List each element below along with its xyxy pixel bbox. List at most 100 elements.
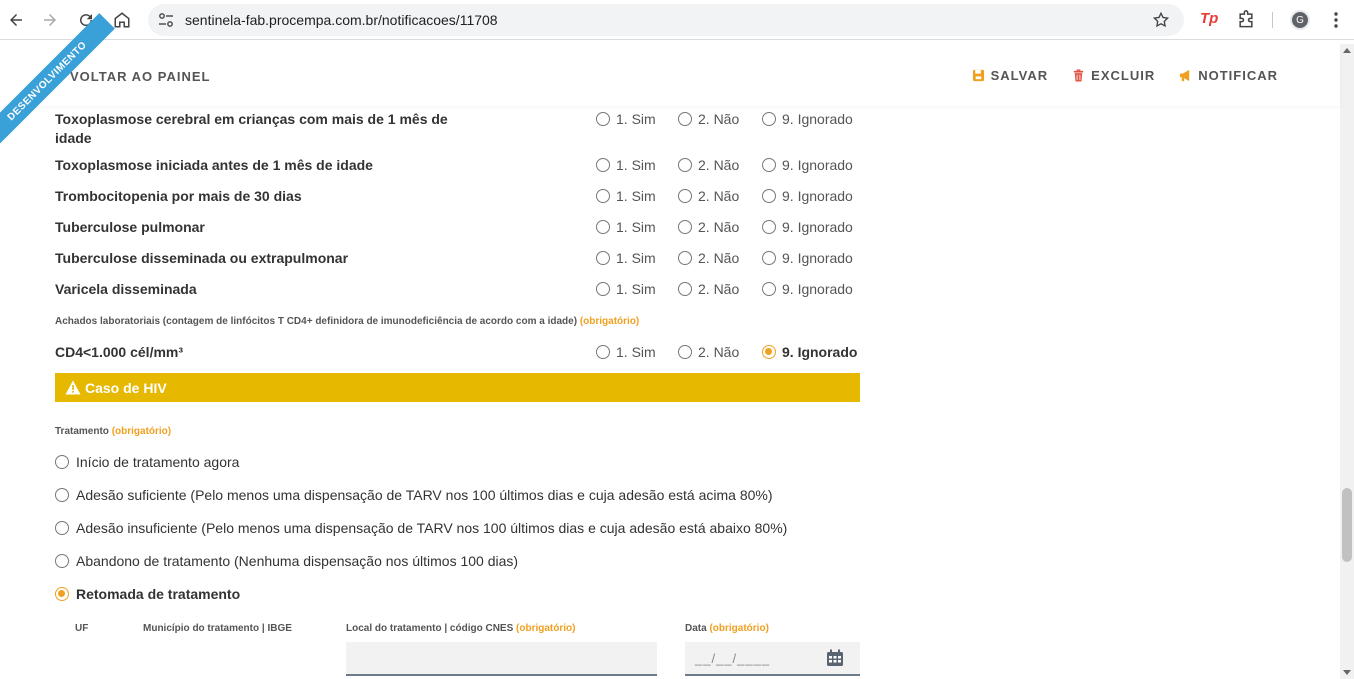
treatment-option[interactable]: Abandono de tratamento (Nenhuma dispensa… (55, 553, 518, 569)
radio-button (678, 251, 692, 265)
header-actions: SALVAR EXCLUIR NOTIFICAR (972, 68, 1278, 83)
site-info-icon[interactable] (158, 12, 174, 28)
radio-button (55, 455, 69, 469)
radio-button (678, 220, 692, 234)
radio-button (596, 189, 610, 203)
scrollbar-thumb[interactable] (1342, 488, 1352, 562)
radio-button (55, 521, 69, 535)
question-label: Tuberculose disseminada ou extrapulmonar (55, 250, 349, 266)
uf-label: UF (75, 623, 89, 634)
question-label: Tuberculose pulmonar (55, 219, 205, 235)
treatment-option[interactable]: Adesão insuficiente (Pelo menos uma disp… (55, 520, 787, 536)
option-nao[interactable]: 2. Não (678, 250, 739, 266)
option-sim[interactable]: 1. Sim (596, 281, 656, 297)
option-ignorado[interactable]: 9. Ignorado (762, 111, 853, 127)
back-to-panel-link[interactable]: VOLTAR AO PAINEL (70, 69, 210, 84)
radio-button (596, 220, 610, 234)
question-label: Toxoplasmose cerebral em crianças com ma… (55, 111, 448, 146)
option-nao[interactable]: 2. Não (678, 157, 739, 173)
option-nao[interactable]: 2. Não (678, 111, 739, 127)
delete-button[interactable]: EXCLUIR (1072, 68, 1155, 83)
address-bar[interactable]: sentinela-fab.procempa.com.br/notificaco… (148, 4, 1184, 36)
save-floppy-icon (972, 69, 984, 82)
save-label: SALVAR (990, 68, 1049, 83)
radio-button (678, 282, 692, 296)
scroll-up-arrow-icon[interactable] (1343, 48, 1351, 53)
hiv-case-banner: Caso de HIV (55, 373, 860, 402)
local-input[interactable] (346, 642, 657, 676)
radio-button (762, 251, 776, 265)
toolbar-separator (1272, 12, 1273, 28)
option-sim[interactable]: 1. Sim (596, 157, 656, 173)
back-arrow-icon[interactable] (4, 8, 28, 32)
radio-button (596, 282, 610, 296)
lab-section-label: Achados laboratoriais (contagem de linfó… (55, 316, 640, 327)
option-ignorado[interactable]: 9. Ignorado (762, 344, 857, 360)
calendar-icon[interactable] (826, 649, 844, 667)
treatment-option[interactable]: Início de tratamento agora (55, 454, 239, 470)
app-header: DESENVOLVIMENTO VOLTAR AO PAINEL SALVAR … (0, 13, 1340, 149)
treatment-label: Tratamento (obrigatório) (55, 426, 172, 437)
radio-button (762, 282, 776, 296)
option-sim[interactable]: 1. Sim (596, 219, 656, 235)
date-input[interactable]: __/__/____ (685, 642, 860, 676)
notify-label: NOTIFICAR (1198, 68, 1278, 83)
delete-label: EXCLUIR (1091, 68, 1156, 83)
option-ignorado[interactable]: 9. Ignorado (762, 219, 853, 235)
treatment-option[interactable]: Adesão suficiente (Pelo menos uma dispen… (55, 487, 773, 503)
treatment-option-selected[interactable]: Retomada de tratamento (55, 586, 240, 602)
radio-button (762, 158, 776, 172)
date-label: Data (obrigatório) (685, 623, 769, 634)
url-text[interactable]: sentinela-fab.procempa.com.br/notificaco… (185, 12, 498, 28)
extension-tp-icon[interactable]: Tp (1200, 10, 1218, 27)
question-label: CD4<1.000 cél/mm³ (55, 344, 184, 360)
save-button[interactable]: SALVAR (972, 68, 1049, 83)
option-ignorado[interactable]: 9. Ignorado (762, 157, 853, 173)
option-sim[interactable]: 1. Sim (596, 344, 656, 360)
radio-button (678, 345, 692, 359)
option-nao[interactable]: 2. Não (678, 344, 739, 360)
option-nao[interactable]: 2. Não (678, 219, 739, 235)
option-sim[interactable]: 1. Sim (596, 250, 656, 266)
radio-button (596, 345, 610, 359)
radio-button (762, 112, 776, 126)
profile-avatar[interactable]: G (1290, 10, 1310, 30)
option-nao[interactable]: 2. Não (678, 188, 739, 204)
option-sim[interactable]: 1. Sim (596, 188, 656, 204)
notify-button[interactable]: NOTIFICAR (1179, 68, 1278, 83)
date-placeholder: __/__/____ (695, 651, 771, 666)
required-marker: (obrigatório) (579, 316, 640, 327)
option-ignorado[interactable]: 9. Ignorado (762, 188, 853, 204)
radio-button (596, 251, 610, 265)
radio-button (596, 158, 610, 172)
radio-button (678, 189, 692, 203)
question-label: Trombocitopenia por mais de 30 dias (55, 188, 302, 204)
warning-triangle-icon (65, 380, 81, 395)
extensions-puzzle-icon[interactable] (1236, 10, 1256, 30)
option-sim[interactable]: 1. Sim (596, 111, 656, 127)
municipio-label: Município do tratamento | IBGE (143, 623, 292, 634)
more-menu-icon[interactable] (1326, 10, 1346, 30)
option-ignorado[interactable]: 9. Ignorado (762, 250, 853, 266)
hiv-banner-text: Caso de HIV (85, 379, 167, 396)
page-scrollbar[interactable] (1340, 44, 1354, 679)
option-ignorado[interactable]: 9. Ignorado (762, 281, 853, 297)
question-label: Toxoplasmose iniciada antes de 1 mês de … (55, 157, 373, 173)
browser-toolbar: sentinela-fab.procempa.com.br/notificaco… (0, 0, 1354, 40)
bookmark-star-icon[interactable] (1152, 11, 1170, 29)
forward-arrow-icon[interactable] (38, 8, 62, 32)
required-marker: (obrigatório) (111, 426, 172, 437)
local-label: Local do tratamento | código CNES (obrig… (346, 623, 576, 634)
radio-button (678, 112, 692, 126)
radio-button (762, 220, 776, 234)
radio-button-checked (55, 587, 69, 601)
radio-button (55, 554, 69, 568)
radio-button (678, 158, 692, 172)
trash-icon (1074, 69, 1084, 82)
question-label: Varicela disseminada (55, 281, 197, 297)
scroll-down-arrow-icon[interactable] (1343, 670, 1351, 675)
radio-button (596, 112, 610, 126)
radio-button-checked (762, 345, 776, 359)
option-nao[interactable]: 2. Não (678, 281, 739, 297)
megaphone-icon (1180, 69, 1190, 82)
